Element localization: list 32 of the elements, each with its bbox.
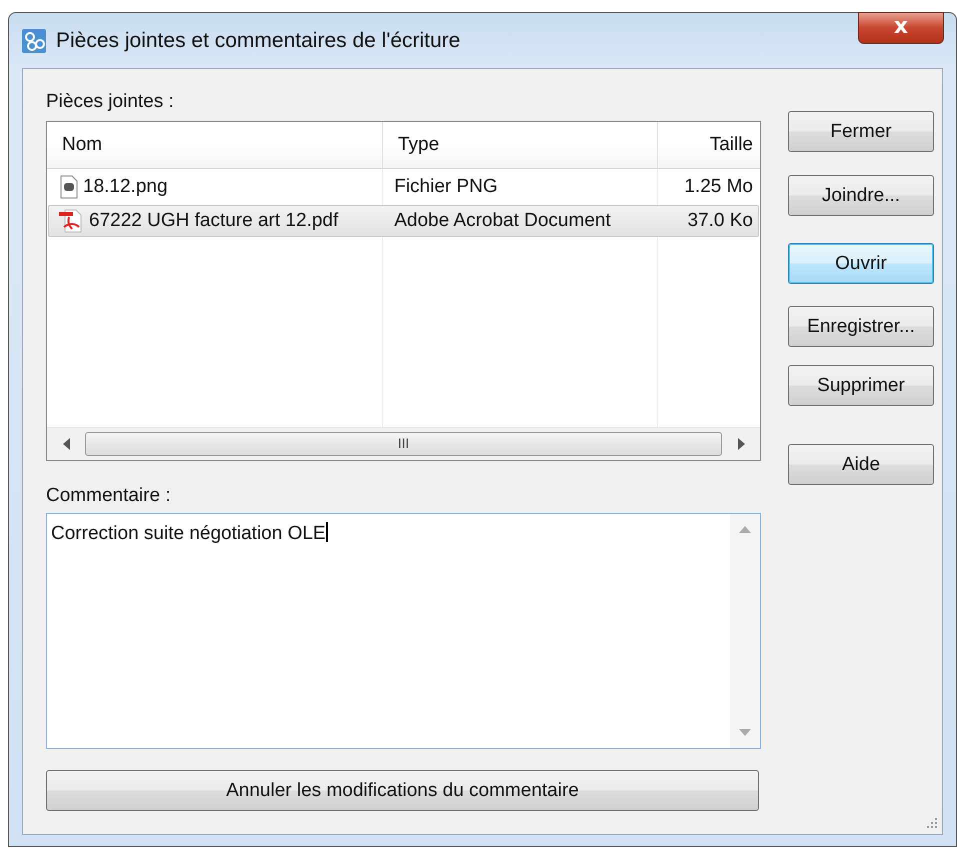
app-icon	[22, 28, 46, 52]
dialog-button[interactable]: Supprimer	[788, 365, 934, 406]
dialog-button[interactable]: Enregistrer...	[788, 306, 934, 347]
window-title: Pièces jointes et commentaires de l'écriture	[56, 28, 460, 52]
column-header[interactable]: Taille	[658, 122, 759, 168]
file-type: Fichier PNG	[394, 176, 498, 198]
file-name: 67222 UGH facture art 12.pdf	[89, 210, 338, 232]
horizontal-scrollbar[interactable]: III	[47, 427, 760, 460]
column-header[interactable]: Nom	[47, 122, 383, 168]
file-row[interactable]: 67222 UGH facture art 12.pdf Adobe Acrobat Document 37.0 Ko	[48, 205, 759, 237]
dialog-button[interactable]: Joindre...	[788, 175, 934, 216]
file-size: 37.0 Ko	[688, 210, 753, 232]
scroll-left-icon[interactable]	[62, 438, 70, 450]
column-header[interactable]: Type	[383, 122, 658, 168]
file-name: 18.12.png	[83, 176, 168, 198]
image-file-icon	[59, 175, 79, 199]
attachments-label: Pièces jointes :	[46, 91, 175, 114]
file-type: Adobe Acrobat Document	[394, 210, 611, 232]
close-button[interactable]: x	[858, 12, 944, 44]
file-row[interactable]: 18.12.png Fichier PNG 1.25 Mo	[48, 171, 759, 203]
comment-field[interactable]: Correction suite négotiation OLE	[46, 513, 761, 749]
dialog-button[interactable]: Aide	[788, 444, 934, 485]
file-size: 1.25 Mo	[684, 176, 753, 198]
reset-comment-button[interactable]: Annuler les modifications du commentaire	[46, 770, 759, 811]
comment-label: Commentaire :	[46, 485, 172, 508]
resize-grip-icon[interactable]	[924, 816, 938, 830]
scroll-up-icon[interactable]	[739, 526, 751, 533]
dialog-button[interactable]: Ouvrir	[788, 243, 934, 284]
scroll-right-icon[interactable]	[738, 438, 744, 450]
scroll-down-icon[interactable]	[739, 729, 751, 736]
scroll-thumb[interactable]: III	[85, 432, 722, 456]
dialog-button[interactable]: Fermer	[788, 111, 934, 152]
